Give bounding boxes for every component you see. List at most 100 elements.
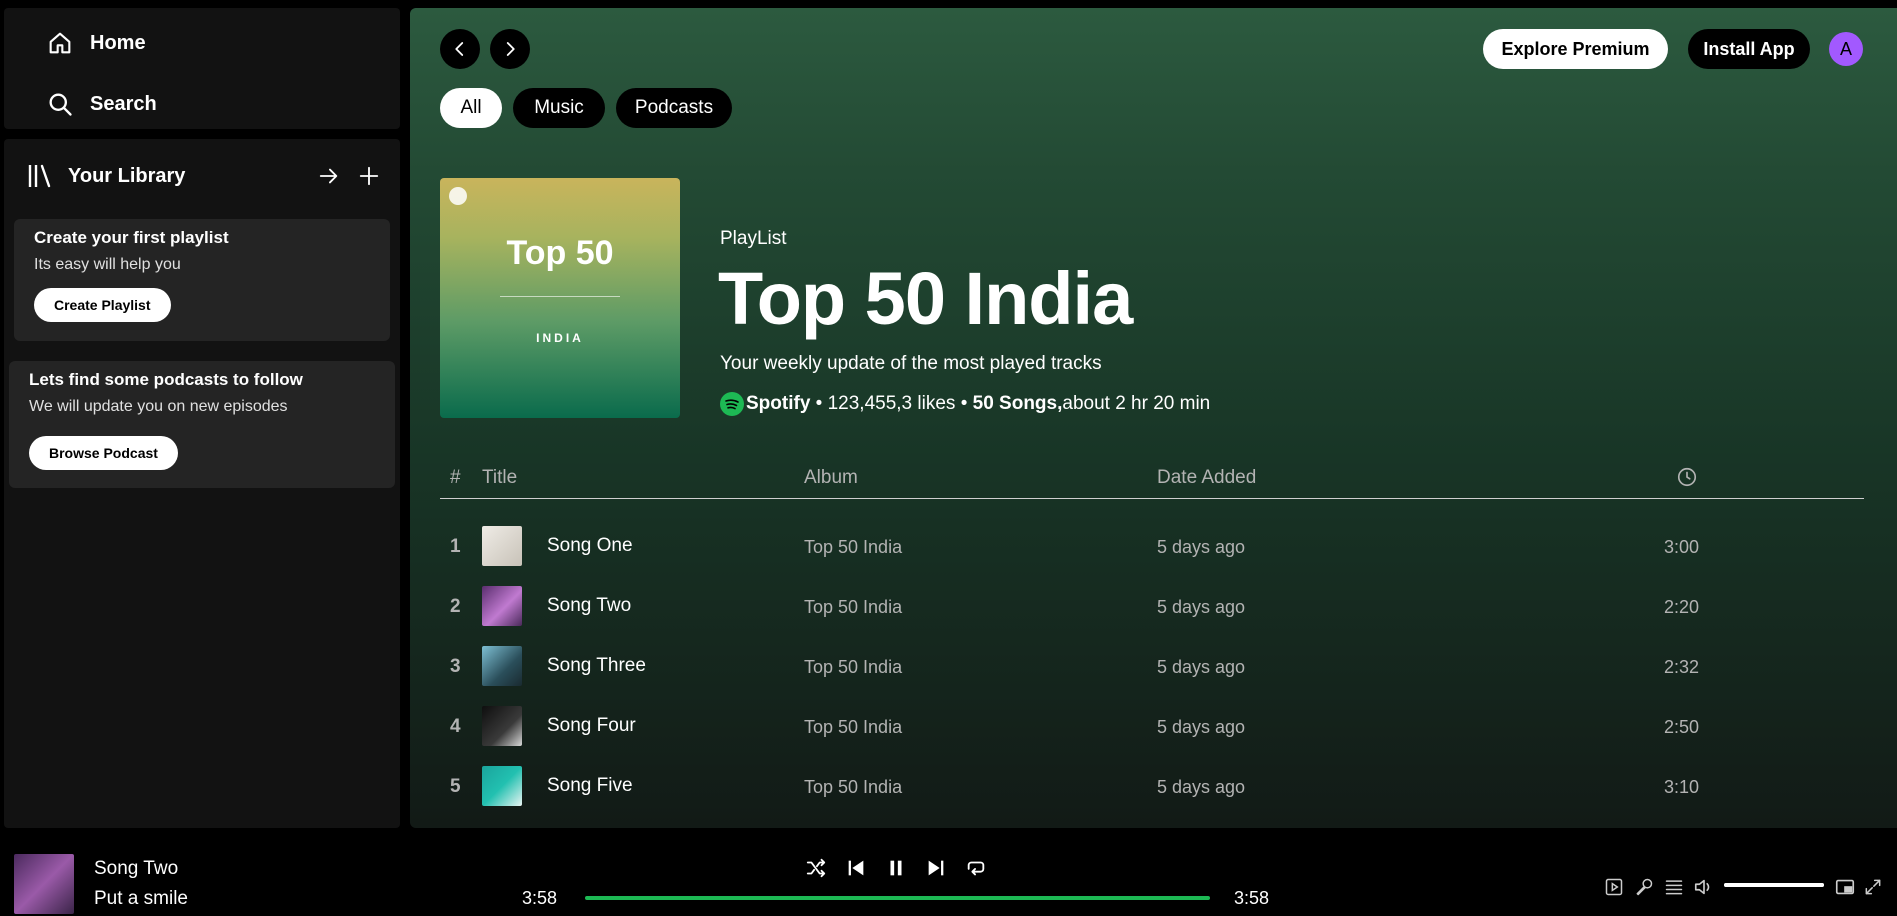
library-panel: Your Library Create your first playlist … (4, 139, 400, 828)
track-duration: 2:20 (1664, 597, 1700, 617)
table-row[interactable]: 1 Song One Top 50 India 5 days ago 3:00 (440, 522, 1864, 572)
table-row[interactable]: 5 Song Five Top 50 India 5 days ago 3:10 (440, 762, 1864, 812)
track-album[interactable]: Top 50 India (804, 657, 902, 678)
track-date-added: 5 days ago (1157, 537, 1246, 557)
search-icon (46, 90, 74, 118)
elapsed-time: 3:58 (522, 888, 558, 908)
volume-slider[interactable] (1724, 883, 1824, 887)
library-title[interactable]: Your Library (26, 162, 185, 190)
track-date-added: 5 days ago (1157, 777, 1246, 797)
home-icon (46, 29, 74, 57)
header-number: # (450, 467, 461, 488)
playlist-description: Your weekly update of the most played tr… (720, 353, 1102, 374)
track-album[interactable]: Top 50 India (804, 777, 902, 798)
table-row[interactable]: 3 Song Three Top 50 India 5 days ago 2:3… (440, 642, 1864, 692)
track-title[interactable]: Song Four (547, 715, 636, 737)
track-thumbnail (482, 586, 522, 626)
nav-search-label: Search (90, 92, 157, 115)
main-content: Explore Premium Install App A All Music … (410, 8, 1897, 828)
podcast-card-subtitle: We will update you on new episodes (29, 398, 288, 415)
playlist-meta: Spotify • 123,455,3 likes • 50 Songs, ab… (720, 392, 1210, 416)
track-duration: 3:10 (1664, 777, 1700, 797)
shuffle-icon[interactable] (802, 854, 830, 882)
header-album: Album (804, 467, 858, 488)
spotify-logo-icon (449, 187, 467, 205)
forward-button[interactable] (490, 29, 530, 69)
library-icon (26, 162, 54, 190)
plus-icon[interactable] (356, 163, 382, 189)
filter-podcasts[interactable]: Podcasts (616, 88, 732, 128)
track-thumbnail (482, 706, 522, 746)
create-playlist-title: Create your first playlist (34, 228, 229, 247)
queue-icon[interactable] (1661, 874, 1687, 900)
now-playing-view-icon[interactable] (1601, 874, 1627, 900)
track-number: 3 (450, 656, 461, 677)
repeat-icon[interactable] (962, 854, 990, 882)
install-app-button[interactable]: Install App (1688, 29, 1810, 69)
playlist-type: PlayList (720, 228, 787, 249)
create-playlist-card: Create your first playlist Its easy will… (14, 219, 390, 341)
miniplayer-icon[interactable] (1832, 874, 1858, 900)
library-header: Your Library (26, 159, 382, 193)
player-bar: Song Two Put a smile 3:58 3:58 (0, 836, 1897, 916)
arrow-right-icon[interactable] (316, 163, 342, 189)
fullscreen-icon[interactable] (1860, 874, 1886, 900)
total-time: 3:58 (1234, 888, 1270, 908)
now-playing-title[interactable]: Song Two (94, 858, 178, 880)
playlist-owner[interactable]: Spotify (746, 393, 810, 415)
volume-level (1724, 883, 1824, 887)
pause-icon[interactable] (882, 854, 910, 882)
track-album[interactable]: Top 50 India (804, 717, 902, 738)
create-playlist-button[interactable]: Create Playlist (34, 288, 171, 322)
track-number: 1 (450, 536, 461, 557)
track-duration: 2:50 (1664, 717, 1700, 737)
avatar[interactable]: A (1829, 32, 1863, 66)
filter-all[interactable]: All (440, 88, 502, 128)
volume-icon[interactable] (1691, 874, 1717, 900)
cover-divider (500, 296, 620, 297)
next-icon[interactable] (922, 854, 950, 882)
playlist-likes: • 123,455,3 likes • (810, 393, 973, 414)
track-number: 2 (450, 596, 461, 617)
header-title: Title (482, 467, 518, 488)
table-row[interactable]: 4 Song Four Top 50 India 5 days ago 2:50 (440, 702, 1864, 752)
previous-icon[interactable] (842, 854, 870, 882)
track-date-added: 5 days ago (1157, 717, 1246, 737)
podcast-card-title: Lets find some podcasts to follow (29, 370, 303, 389)
playlist-cover: Top 50 INDIA (440, 178, 680, 418)
filter-music[interactable]: Music (513, 88, 605, 128)
library-title-label: Your Library (68, 164, 186, 187)
track-date-added: 5 days ago (1157, 657, 1246, 677)
now-playing-artist[interactable]: Put a smile (94, 888, 188, 910)
table-row[interactable]: 2 Song Two Top 50 India 5 days ago 2:20 (440, 582, 1864, 632)
track-date-added: 5 days ago (1157, 597, 1246, 617)
cover-title: Top 50 (506, 234, 614, 272)
nav-home[interactable]: Home (46, 29, 146, 57)
spotify-icon (720, 392, 744, 416)
track-title[interactable]: Song Five (547, 775, 633, 797)
track-duration: 2:32 (1664, 657, 1700, 677)
track-thumbnail (482, 526, 522, 566)
lyrics-icon[interactable] (1631, 874, 1657, 900)
playlist-song-count: 50 Songs, (972, 393, 1063, 414)
explore-premium-button[interactable]: Explore Premium (1483, 29, 1668, 69)
nav-search[interactable]: Search (46, 90, 157, 118)
track-title[interactable]: Song Two (547, 595, 631, 617)
progress-bar[interactable] (585, 896, 1210, 900)
track-number: 4 (450, 716, 461, 737)
clock-icon (1676, 466, 1698, 488)
back-button[interactable] (440, 29, 480, 69)
create-playlist-subtitle: Its easy will help you (34, 256, 181, 273)
track-title[interactable]: Song Three (547, 655, 646, 677)
track-title[interactable]: Song One (547, 535, 633, 557)
track-album[interactable]: Top 50 India (804, 597, 902, 618)
track-thumbnail (482, 646, 522, 686)
now-playing-thumbnail (14, 854, 74, 914)
track-album[interactable]: Top 50 India (804, 537, 902, 558)
podcast-card: Lets find some podcasts to follow We wil… (9, 361, 395, 488)
nav-panel: Home Search (4, 8, 400, 129)
browse-podcast-button[interactable]: Browse Podcast (29, 436, 178, 470)
chevron-left-icon (451, 40, 469, 58)
chevron-right-icon (501, 40, 519, 58)
track-number: 5 (450, 776, 461, 797)
